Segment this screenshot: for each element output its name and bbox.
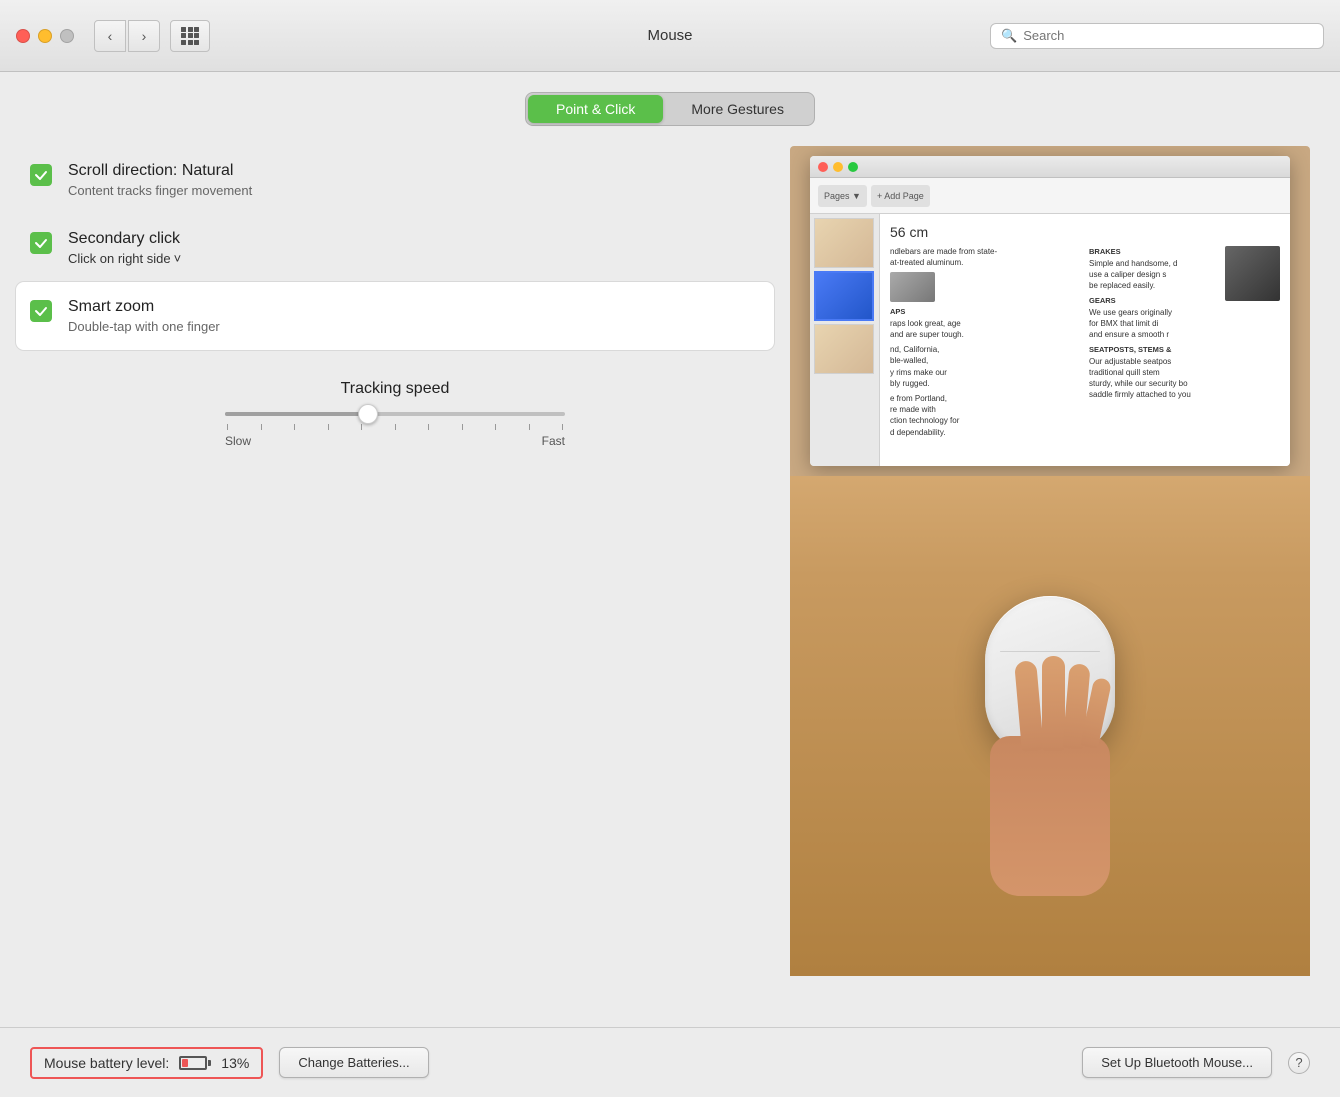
pages-body: 56 cm ndlebars are made from state-at-tr… [810, 214, 1290, 466]
tab-point-click[interactable]: Point & Click [528, 95, 663, 123]
secondary-click-setting: Secondary click Click on right side ˅ [30, 214, 760, 282]
nav-buttons: ‹ › [94, 20, 160, 52]
scroll-direction-setting: Scroll direction: Natural Content tracks… [30, 146, 760, 214]
secondary-click-subtitle[interactable]: Click on right side ˅ [68, 251, 181, 266]
finger-index [1014, 660, 1044, 752]
battery-label: Mouse battery level: [44, 1055, 169, 1071]
pages-content: 56 cm ndlebars are made from state-at-tr… [880, 214, 1290, 466]
scroll-direction-checkbox[interactable] [30, 164, 52, 186]
change-batteries-button[interactable]: Change Batteries... [279, 1047, 428, 1078]
smart-zoom-subtitle: Double-tap with one finger [68, 319, 220, 334]
battery-body [179, 1056, 207, 1070]
slider-fast-label: Fast [542, 434, 565, 448]
status-bar: Mouse battery level: 13% Change Batterie… [0, 1027, 1340, 1097]
tab-more-gestures[interactable]: More Gestures [663, 95, 812, 123]
pages-columns: ndlebars are made from state-at-treated … [890, 246, 1280, 466]
pages-thumbnail-3 [814, 324, 874, 374]
smart-zoom-checkbox[interactable] [30, 300, 52, 322]
pages-col-right: BRAKESSimple and handsome, duse a calipe… [1089, 246, 1280, 466]
bike-image [890, 272, 935, 302]
battery-tip [208, 1060, 211, 1066]
palm [990, 736, 1110, 896]
forward-button[interactable]: › [128, 20, 160, 52]
setup-bluetooth-button[interactable]: Set Up Bluetooth Mouse... [1082, 1047, 1272, 1078]
secondary-click-text: Secondary click Click on right side ˅ [68, 230, 181, 266]
left-panel: Scroll direction: Natural Content tracks… [30, 146, 760, 1007]
smart-zoom-title: Smart zoom [68, 298, 220, 316]
pages-titlebar [810, 156, 1290, 178]
back-button[interactable]: ‹ [94, 20, 126, 52]
battery-percent: 13% [221, 1055, 249, 1071]
pages-size-label: 56 cm [890, 224, 1280, 240]
chains-image [1225, 246, 1280, 301]
tracking-speed-label: Tracking speed [341, 380, 450, 398]
pages-toolbar-item: Pages ▼ [818, 185, 867, 207]
traffic-lights [16, 29, 74, 43]
main-content: Point & Click More Gestures Scroll direc… [0, 72, 1340, 1027]
pages-minimize [833, 162, 843, 172]
slider-track [225, 412, 565, 416]
grid-view-button[interactable] [170, 20, 210, 52]
slider-fill [225, 412, 368, 416]
scroll-direction-text: Scroll direction: Natural Content tracks… [68, 162, 252, 198]
pages-toolbar: Pages ▼ + Add Page [810, 178, 1290, 214]
pages-thumbnail-2 [814, 271, 874, 321]
scroll-direction-title: Scroll direction: Natural [68, 162, 252, 180]
slider-labels: Slow Fast [225, 434, 565, 448]
tab-bar: Point & Click More Gestures [525, 92, 815, 126]
slider-thumb[interactable] [358, 404, 378, 424]
battery-icon [179, 1056, 211, 1070]
preview-screenshot: Pages ▼ + Add Page 56 cm [790, 146, 1310, 476]
pages-thumbnail-1 [814, 218, 874, 268]
content-row: Scroll direction: Natural Content tracks… [30, 146, 1310, 1007]
pages-sidebar [810, 214, 880, 466]
titlebar: ‹ › Mouse 🔍 [0, 0, 1340, 72]
preview-bottom [790, 476, 1310, 976]
preview-panel: Pages ▼ + Add Page 56 cm [790, 146, 1310, 1007]
maximize-button[interactable] [60, 29, 74, 43]
pages-col-left: ndlebars are made from state-at-treated … [890, 246, 1081, 466]
mouse-hand-area [900, 556, 1200, 896]
secondary-click-title: Secondary click [68, 230, 181, 248]
secondary-click-checkbox[interactable] [30, 232, 52, 254]
search-input[interactable] [1023, 28, 1313, 43]
close-button[interactable] [16, 29, 30, 43]
pages-close [818, 162, 828, 172]
slider-ticks [225, 424, 565, 430]
search-icon: 🔍 [1001, 28, 1017, 44]
smart-zoom-setting: Smart zoom Double-tap with one finger [16, 282, 774, 350]
pages-maximize [848, 162, 858, 172]
help-button[interactable]: ? [1288, 1052, 1310, 1074]
grid-icon [181, 27, 199, 45]
scroll-direction-subtitle: Content tracks finger movement [68, 183, 252, 198]
pages-toolbar-btn: + Add Page [871, 185, 930, 207]
window-title: Mouse [647, 27, 692, 44]
tracking-speed-section: Tracking speed [30, 380, 760, 448]
search-box[interactable]: 🔍 [990, 23, 1324, 49]
pages-window: Pages ▼ + Add Page 56 cm [810, 156, 1290, 466]
minimize-button[interactable] [38, 29, 52, 43]
smart-zoom-text: Smart zoom Double-tap with one finger [68, 298, 220, 334]
battery-fill [182, 1059, 188, 1067]
battery-section: Mouse battery level: 13% [30, 1047, 263, 1079]
hand-illustration [950, 636, 1150, 896]
finger-middle [1042, 656, 1065, 751]
slider-slow-label: Slow [225, 434, 251, 448]
tracking-speed-slider[interactable]: Slow Fast [225, 412, 565, 448]
